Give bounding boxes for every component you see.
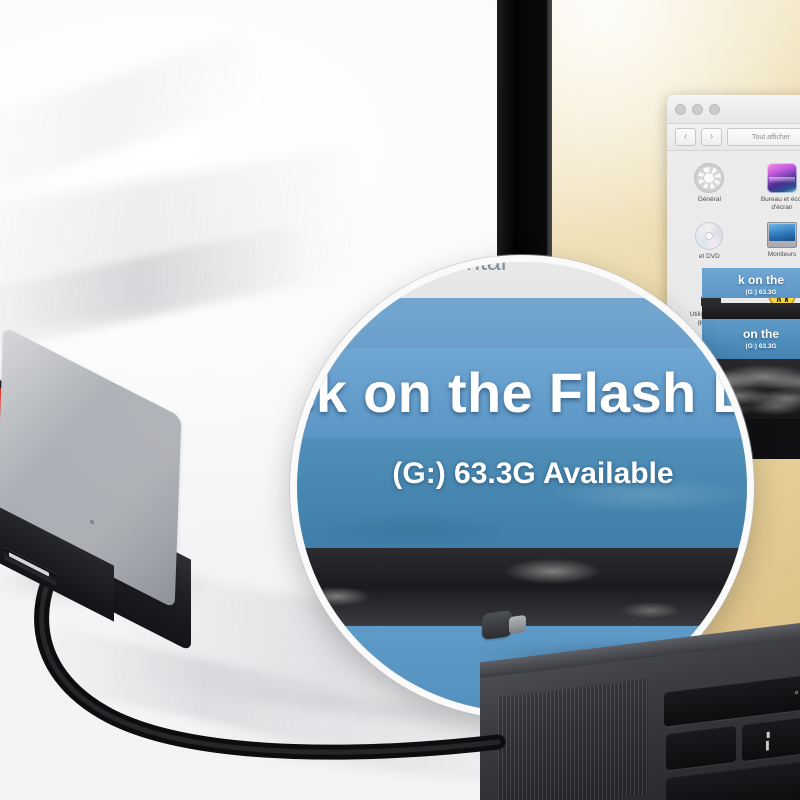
show-all-button[interactable]: Tout afficher [727,128,800,146]
pref-pane-general[interactable]: Général [673,163,746,212]
usb-c-connector [482,608,526,642]
zoom-icon[interactable] [709,104,720,115]
back-icon[interactable]: ‹ [675,128,696,146]
close-icon[interactable] [675,104,686,115]
desktop-screensaver-icon [766,163,797,193]
forward-icon[interactable]: › [701,128,722,146]
key[interactable]: ▮ ▌ [742,716,800,762]
pref-label: Général [697,196,721,203]
pref-pane-monitors[interactable]: Moniteurs [746,222,800,269]
pref-label: Moniteurs [767,251,797,259]
cd-dvd-icon [695,222,724,251]
window-controls[interactable] [675,104,720,115]
general-icon [694,163,725,193]
marble-vein [0,35,264,195]
banner-headline: Click on the Flash Drive [290,361,754,424]
monitors-icon [766,222,797,249]
marble-vein [0,223,313,353]
pref-label: et DVD [698,253,720,261]
usb-c-hub [0,326,207,652]
pref-label: Contrôle parental [314,255,507,276]
pref-label: Bureau et éco. d'écran [760,196,800,212]
window-toolbar[interactable]: ‹ › Tout afficher [667,124,800,151]
product-photo-scene: ‹ › Tout afficher Général Bureau et éco.… [0,0,800,800]
banner-subtext: (G:) 63.3G Available [392,457,674,490]
minimize-icon[interactable] [692,104,703,115]
pref-pane-desktop[interactable]: Bureau et éco. d'écran [746,163,800,212]
window-titlebar [667,95,800,124]
